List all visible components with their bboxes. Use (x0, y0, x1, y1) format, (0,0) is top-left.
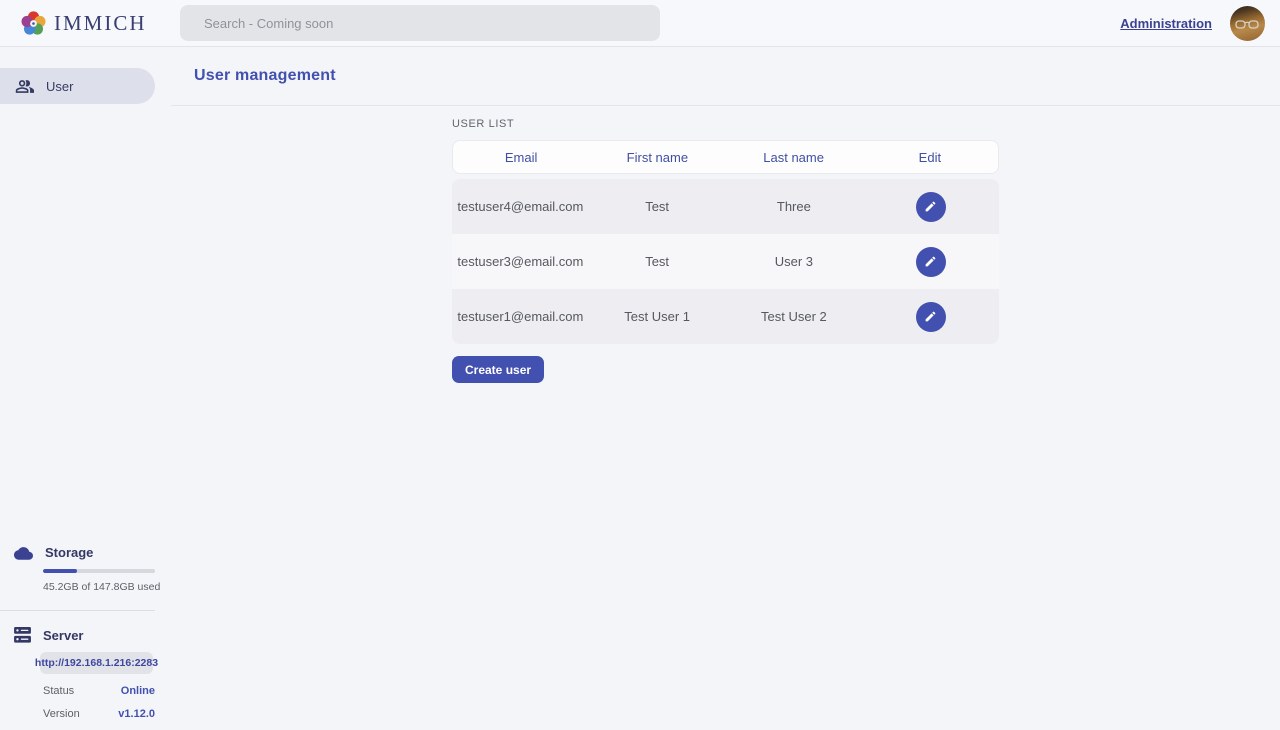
cell-first-name: Test User 1 (589, 309, 726, 324)
column-header-edit: Edit (862, 150, 998, 165)
edit-user-button[interactable] (916, 302, 946, 332)
sidebar-item-user[interactable]: User (0, 68, 155, 104)
table-row: testuser4@email.com Test Three (452, 179, 999, 234)
create-user-button[interactable]: Create user (452, 356, 544, 383)
search-input[interactable] (180, 5, 660, 41)
server-version-label: Version (43, 708, 80, 720)
storage-title: Storage (45, 545, 93, 560)
column-header-email: Email (453, 150, 589, 165)
user-table: testuser4@email.com Test Three testuser3… (452, 179, 999, 344)
cell-last-name: Three (726, 199, 863, 214)
server-title: Server (43, 628, 83, 643)
server-icon (14, 627, 31, 643)
page-title: User management (194, 67, 336, 85)
users-icon (15, 79, 34, 94)
storage-usage-text: 45.2GB of 147.8GB used (43, 581, 171, 593)
cell-first-name: Test (589, 199, 726, 214)
pencil-icon (924, 255, 937, 268)
pencil-icon (924, 200, 937, 213)
immich-flower-icon (20, 10, 47, 37)
cell-email: testuser3@email.com (452, 254, 589, 269)
cell-email: testuser4@email.com (452, 199, 589, 214)
server-status-value: Online (121, 685, 155, 697)
table-row: testuser1@email.com Test User 1 Test Use… (452, 289, 999, 344)
edit-user-button[interactable] (916, 192, 946, 222)
table-row: testuser3@email.com Test User 3 (452, 234, 999, 289)
cell-email: testuser1@email.com (452, 309, 589, 324)
column-header-last-name: Last name (726, 150, 862, 165)
cloud-icon (14, 546, 33, 560)
cell-last-name: User 3 (726, 254, 863, 269)
column-header-first-name: First name (589, 150, 725, 165)
edit-user-button[interactable] (916, 247, 946, 277)
main-panel: User management User List Email First na… (171, 47, 1280, 730)
server-version-value: v1.12.0 (118, 708, 155, 720)
server-status-label: Status (43, 685, 74, 697)
user-table-header: Email First name Last name Edit (452, 140, 999, 174)
storage-progress-fill (43, 569, 77, 573)
pencil-icon (924, 310, 937, 323)
user-list-label: User List (452, 118, 999, 130)
cell-first-name: Test (589, 254, 726, 269)
sidebar-item-user-label: User (46, 79, 73, 94)
storage-progress-bar (43, 569, 155, 573)
administration-link[interactable]: Administration (1120, 16, 1212, 31)
cell-last-name: Test User 2 (726, 309, 863, 324)
server-url: http://192.168.1.216:2283 (40, 652, 153, 674)
server-section: Server http://192.168.1.216:2283 Status … (0, 627, 171, 720)
sidebar-divider (0, 610, 155, 611)
sidebar: User Storage 45.2GB of 147.8GB used (0, 47, 171, 730)
immich-logo[interactable]: IMMICH (0, 10, 147, 37)
top-header: IMMICH Administration (0, 0, 1280, 47)
storage-section: Storage 45.2GB of 147.8GB used (0, 545, 171, 593)
user-avatar[interactable] (1230, 6, 1265, 41)
app-title: IMMICH (54, 11, 147, 36)
